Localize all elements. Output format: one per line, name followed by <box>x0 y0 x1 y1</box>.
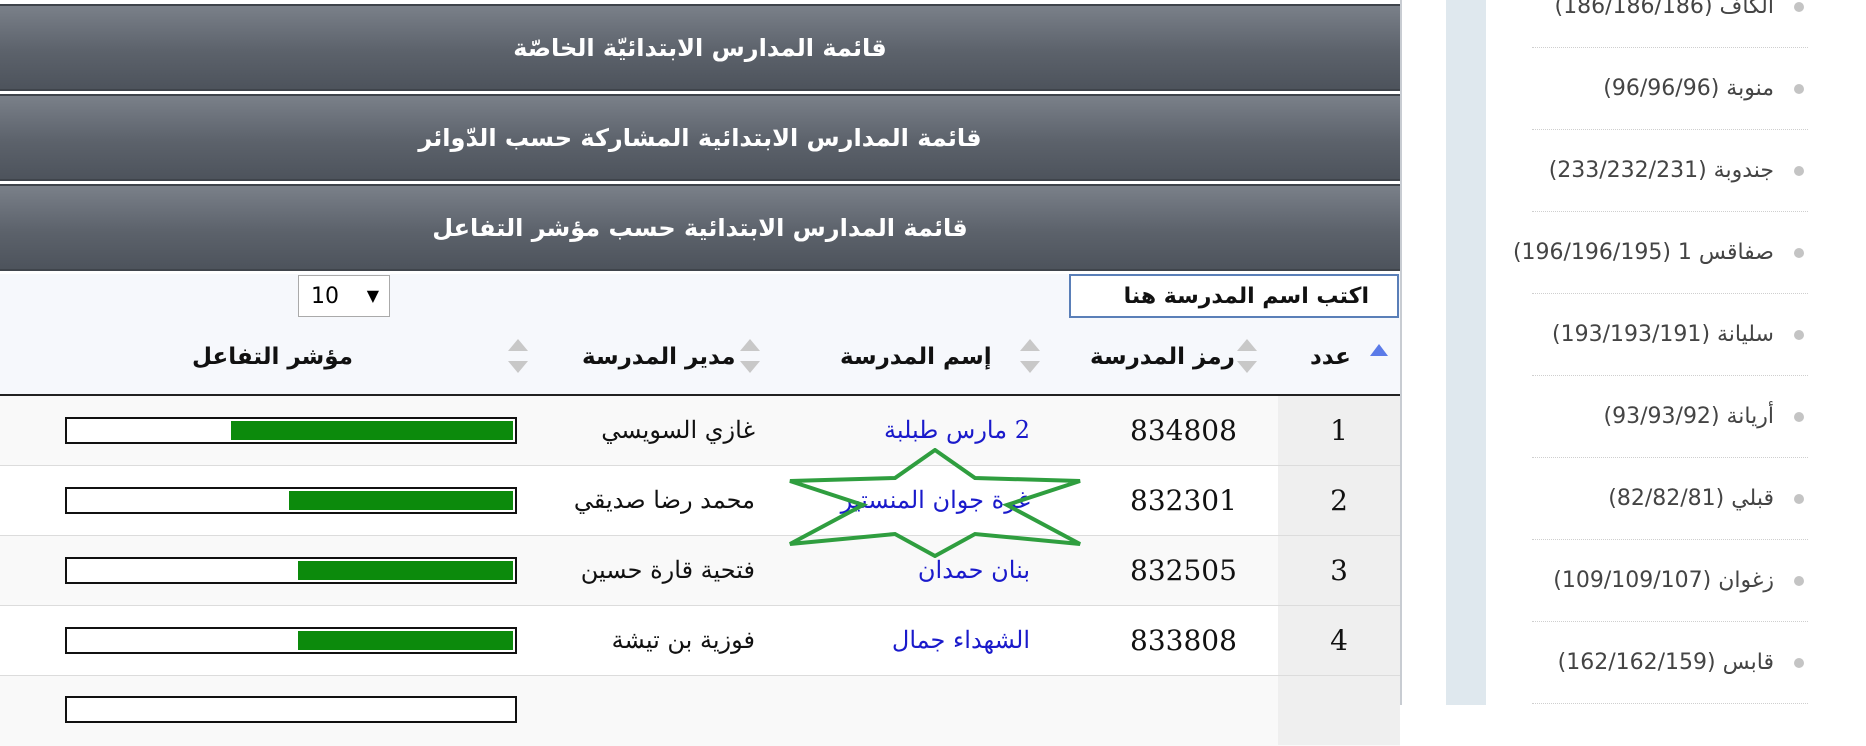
sort-icon[interactable] <box>1020 339 1040 375</box>
table-row: 2 832301 غرة جوان المنستير محمد رضا صديق… <box>0 466 1400 536</box>
sidebar-item-label: صفاقس 1 (196/196/195) <box>1512 240 1774 265</box>
sidebar-item[interactable]: الكاف (186/186/186) <box>1532 0 1808 48</box>
sidebar-item-label: قابس (162/162/159) <box>1557 650 1774 675</box>
sort-icon[interactable] <box>1237 339 1257 375</box>
sidebar-item[interactable]: قابس (162/162/159) <box>1532 622 1808 704</box>
school-code: 833808 <box>1130 624 1237 657</box>
bullet-icon <box>1794 84 1804 94</box>
column-header-director[interactable]: مدير المدرسة <box>582 320 736 394</box>
bullet-icon <box>1794 166 1804 176</box>
interaction-progress-fill <box>230 421 513 440</box>
table-row: 4 833808 الشهداء جمال فوزية بن تيشة <box>0 606 1400 676</box>
school-director: فتحية قارة حسين <box>580 556 755 584</box>
table-row: 1 834808 2 مارس طبلبة غازي السويسي <box>0 396 1400 466</box>
panel-divider <box>1400 0 1446 705</box>
sort-icon[interactable] <box>740 339 760 375</box>
school-director: فوزية بن تيشة <box>611 626 755 654</box>
interaction-progress-fill <box>297 561 513 580</box>
highlight-star-annotation <box>789 448 1081 558</box>
main-panel: قائمة المدارس الابتدائيّة الخاصّة قائمة … <box>0 0 1400 746</box>
row-index: 1 <box>1278 396 1400 465</box>
interaction-progress-fill <box>297 631 513 650</box>
sidebar-rail <box>1446 0 1486 705</box>
page-size-value: 10 <box>311 284 339 309</box>
sidebar-item[interactable]: أريانة (93/93/92) <box>1532 376 1808 458</box>
highlight-star-shape <box>789 448 1081 558</box>
column-header-code[interactable]: رمز المدرسة <box>1090 320 1235 394</box>
interaction-progress-bar <box>65 487 517 514</box>
menu-by-interaction-button[interactable]: قائمة المدارس الابتدائية حسب مؤشر التفاع… <box>0 184 1400 271</box>
menu-by-district-button[interactable]: قائمة المدارس الابتدائية المشاركة حسب ال… <box>0 94 1400 181</box>
row-index: 4 <box>1278 606 1400 675</box>
bullet-icon <box>1794 658 1804 668</box>
interaction-progress-bar <box>65 627 517 654</box>
school-code: 832505 <box>1130 554 1237 587</box>
row-index <box>1278 676 1400 745</box>
sidebar-item[interactable]: سليانة (193/193/191) <box>1532 294 1808 376</box>
sidebar-item-label: جندوبة (233/232/231) <box>1548 158 1774 183</box>
column-header-index[interactable]: عدد <box>1310 320 1351 394</box>
sidebar-item[interactable]: منوبة (96/96/96) <box>1532 48 1808 130</box>
school-code: 832301 <box>1130 484 1237 517</box>
table-controls: 10 ▼ <box>0 274 1400 320</box>
interaction-progress-bar <box>65 696 517 723</box>
sidebar-item[interactable]: قبلي (82/82/81) <box>1532 458 1808 540</box>
row-index: 2 <box>1278 466 1400 535</box>
table-row-partial <box>0 676 1400 746</box>
school-director: محمد رضا صديقي <box>573 486 755 514</box>
interaction-progress-fill <box>289 491 513 510</box>
sidebar-item[interactable]: زغوان (109/109/107) <box>1532 540 1808 622</box>
row-index: 3 <box>1278 536 1400 605</box>
sidebar-item[interactable]: صفاقس 1 (196/196/195) <box>1513 212 1808 294</box>
bullet-icon <box>1794 2 1804 12</box>
sidebar-item-label: منوبة (96/96/96) <box>1603 76 1774 101</box>
table-row: 3 832505 بنان حمدان فتحية قارة حسين <box>0 536 1400 606</box>
school-director: غازي السويسي <box>601 416 755 444</box>
sidebar-item-label: أريانة (93/93/92) <box>1603 404 1774 429</box>
table-header: عدد رمز المدرسة إسم المدرسة مدير المدرسة… <box>0 320 1400 396</box>
sort-asc-icon[interactable] <box>1370 344 1388 356</box>
bullet-icon <box>1794 494 1804 504</box>
interaction-progress-bar <box>65 417 517 444</box>
sort-icon[interactable] <box>508 339 528 375</box>
table-body: 1 834808 2 مارس طبلبة غازي السويسي 2 832… <box>0 396 1400 746</box>
sidebar-item-label: زغوان (109/109/107) <box>1553 568 1774 593</box>
school-name-link[interactable]: الشهداء جمال <box>892 606 1030 675</box>
page-size-select[interactable]: 10 ▼ <box>298 275 390 317</box>
interaction-progress-bar <box>65 557 517 584</box>
bullet-icon <box>1794 412 1804 422</box>
bullet-icon <box>1794 576 1804 586</box>
school-search-input[interactable] <box>1069 274 1399 318</box>
sidebar-item-label: قبلي (82/82/81) <box>1608 486 1774 511</box>
column-header-interaction[interactable]: مؤشر التفاعل <box>192 320 353 394</box>
menu-private-schools-button[interactable]: قائمة المدارس الابتدائيّة الخاصّة <box>0 4 1400 91</box>
bullet-icon <box>1794 330 1804 340</box>
chevron-down-icon: ▼ <box>366 286 379 305</box>
sidebar-item-label: الكاف (186/186/186) <box>1554 0 1774 19</box>
column-header-name[interactable]: إسم المدرسة <box>840 320 992 394</box>
sidebar-item-label: سليانة (193/193/191) <box>1552 322 1774 347</box>
sidebar-district-list: الكاف (186/186/186) منوبة (96/96/96) جند… <box>1486 0 1866 705</box>
bullet-icon <box>1794 248 1804 258</box>
school-code: 834808 <box>1130 414 1237 447</box>
sidebar-item[interactable]: جندوبة (233/232/231) <box>1532 130 1808 212</box>
